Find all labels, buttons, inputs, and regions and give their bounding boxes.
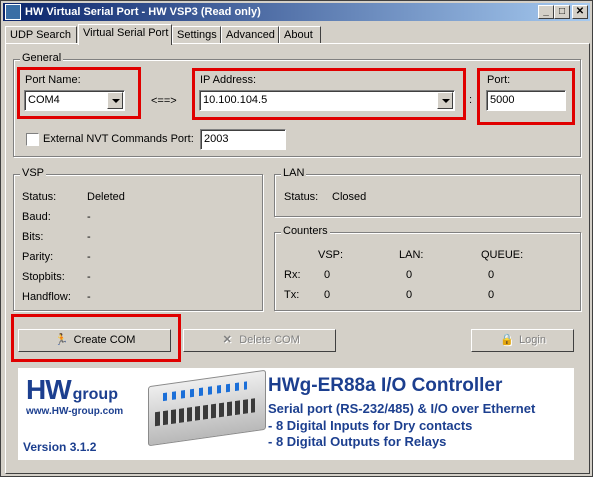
title-bar[interactable]: HW Virtual Serial Port - HW VSP3 (Read o… xyxy=(3,3,590,21)
vsp-bits-value: - xyxy=(87,231,91,243)
lan-group-title: LAN xyxy=(281,167,307,179)
port-separator: : xyxy=(469,94,473,106)
io-controller-image xyxy=(148,369,266,447)
vsp-status-value: Deleted xyxy=(87,191,125,203)
vsp-stopbits-value: - xyxy=(87,271,91,283)
general-group-title: General xyxy=(20,52,64,64)
website-link[interactable]: www.HW-group.com xyxy=(26,406,123,417)
counters-tx-vsp: 0 xyxy=(324,289,331,301)
vsp-group-title: VSP xyxy=(20,167,47,179)
port-name-label: Port Name: xyxy=(25,74,81,86)
nvt-port-value: 2003 xyxy=(204,133,229,145)
counters-rx-queue: 0 xyxy=(488,269,495,281)
vsp-status-label: Status: xyxy=(22,191,57,203)
hw-group-logo: HW group xyxy=(26,374,118,406)
counters-tx-queue: 0 xyxy=(488,289,495,301)
nvt-commands-checkbox[interactable] xyxy=(26,133,39,146)
vsp-bits-label: Bits: xyxy=(22,231,44,243)
vsp-stopbits-label: Stopbits: xyxy=(22,271,65,283)
vsp-handflow-label: Handflow: xyxy=(22,291,71,303)
app-icon xyxy=(5,4,21,20)
tab-virtual-serial-port[interactable]: Virtual Serial Port xyxy=(78,24,172,45)
close-button[interactable]: ✕ xyxy=(572,5,588,19)
ip-address-value: 10.100.104.5 xyxy=(203,94,268,106)
tab-advanced[interactable]: Advanced xyxy=(221,26,279,44)
product-line-1: Serial port (RS-232/485) & I/O over Ethe… xyxy=(268,401,536,416)
maximize-button[interactable]: □ xyxy=(554,5,570,19)
lan-status-value: Closed xyxy=(332,191,367,203)
product-line-3: - 8 Digital Outputs for Relays xyxy=(268,434,447,449)
device-leds xyxy=(163,381,247,402)
port-input[interactable]: 5000 xyxy=(486,90,566,111)
delete-com-button[interactable]: ✕ Delete COM xyxy=(183,329,336,352)
create-com-label: Create COM xyxy=(73,334,136,346)
counters-rx-label: Rx: xyxy=(284,269,301,281)
tab-settings[interactable]: Settings xyxy=(172,26,221,44)
vsp-handflow-value: - xyxy=(87,291,91,303)
counters-header-lan: LAN: xyxy=(399,249,424,261)
counters-header-queue: QUEUE: xyxy=(481,249,524,261)
vsp-parity-label: Parity: xyxy=(22,251,54,263)
port-label: Port: xyxy=(487,74,511,86)
delete-com-label: Delete COM xyxy=(239,334,300,346)
ip-address-combo[interactable]: 10.100.104.5 xyxy=(199,90,455,111)
create-com-button[interactable]: 🏃 Create COM xyxy=(18,329,171,352)
login-button[interactable]: 🔒 Login xyxy=(471,329,574,352)
ip-address-label: IP Address: xyxy=(200,74,257,86)
counters-rx-lan: 0 xyxy=(406,269,413,281)
minimize-button[interactable]: _ xyxy=(538,5,554,19)
vsp-baud-value: - xyxy=(87,211,91,223)
nvt-port-input[interactable]: 2003 xyxy=(200,129,286,150)
mapping-arrow: <==> xyxy=(151,95,177,107)
vsp-parity-value: - xyxy=(87,251,91,263)
product-title: HWg-ER88a I/O Controller xyxy=(268,375,503,396)
hw-logo-main: HW xyxy=(26,374,72,405)
chevron-down-icon[interactable] xyxy=(437,92,453,109)
tab-about[interactable]: About xyxy=(279,26,321,44)
port-name-combo[interactable]: COM4 xyxy=(24,90,125,111)
window-title: HW Virtual Serial Port - HW VSP3 (Read o… xyxy=(25,6,261,18)
version-label: Version 3.1.2 xyxy=(23,440,97,454)
counters-header-vsp: VSP: xyxy=(318,249,344,261)
login-label: Login xyxy=(519,334,546,346)
counters-group: Counters xyxy=(274,225,581,311)
port-value: 5000 xyxy=(490,94,515,106)
counters-rx-vsp: 0 xyxy=(324,269,331,281)
lock-icon: 🔒 xyxy=(500,334,514,346)
counters-tx-lan: 0 xyxy=(406,289,413,301)
product-line-2: - 8 Digital Inputs for Dry contacts xyxy=(268,418,473,433)
running-man-icon: 🏃 xyxy=(54,334,69,346)
chevron-down-icon[interactable] xyxy=(107,92,123,109)
lan-group: LAN xyxy=(274,167,581,217)
counters-group-title: Counters xyxy=(281,225,330,237)
hw-logo-sub: group xyxy=(72,386,118,403)
port-name-value: COM4 xyxy=(28,94,60,106)
app-window: HW Virtual Serial Port - HW VSP3 (Read o… xyxy=(0,0,593,477)
product-banner: HW group www.HW-group.com Version 3.1.2 H… xyxy=(18,368,574,460)
vsp-baud-label: Baud: xyxy=(22,211,51,223)
device-terminals xyxy=(155,398,255,427)
lan-status-label: Status: xyxy=(284,191,319,203)
tab-udp-search[interactable]: UDP Search xyxy=(5,26,77,44)
counters-tx-label: Tx: xyxy=(284,289,300,301)
delete-x-icon: ✕ xyxy=(222,334,232,346)
nvt-commands-label: External NVT Commands Port: xyxy=(43,133,194,145)
